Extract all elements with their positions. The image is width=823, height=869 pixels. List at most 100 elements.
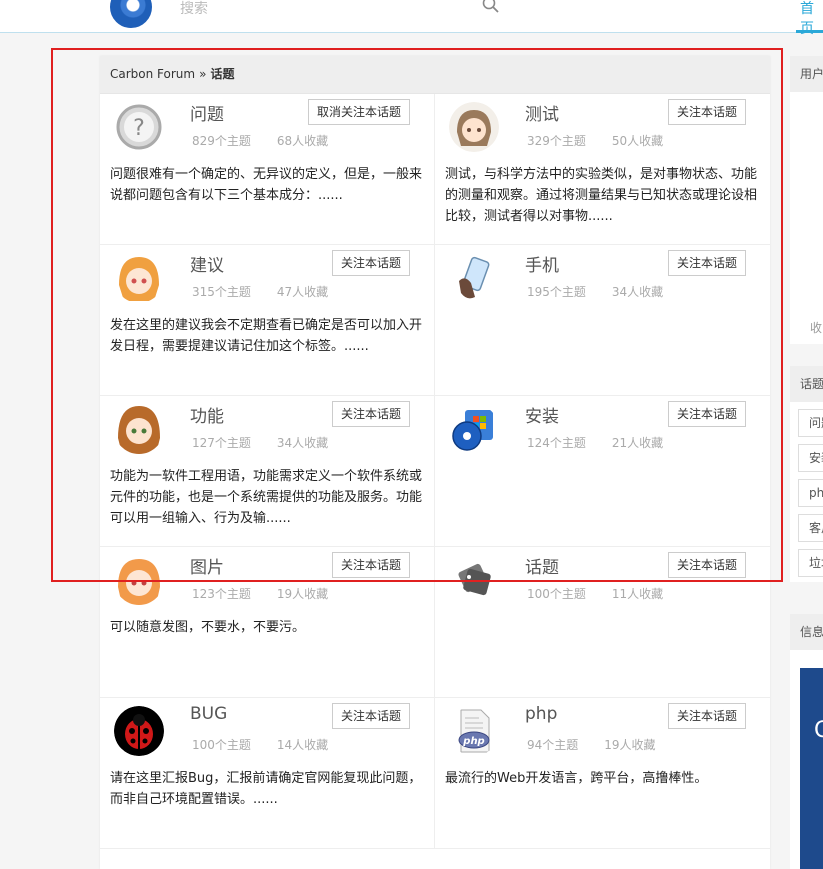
sidebar-tag[interactable]: 客户端 [798,514,823,542]
topic-count: 315个主题 [192,285,251,299]
follow-topic-button[interactable]: 关注本话题 [667,401,746,427]
topic-count: 123个主题 [192,587,251,601]
topic-title[interactable]: 功能 [190,402,224,427]
topic-card: 测试 329个主题 50人收藏 关注本话题 测试，与科学方法中的实验类似，是对事物… [435,94,770,245]
search-input[interactable]: 搜索 [180,0,208,18]
tags-icon[interactable] [449,555,499,605]
sidebar-topics-box: 话题 问题 安装 php 客户端 垃圾 [790,366,823,582]
follow-topic-button[interactable]: 关注本话题 [667,552,746,578]
topic-card: ? 问题 829个主题 68人收藏 取消关注本话题 问题很难有一个确定的、无异议的… [100,94,435,245]
topic-title[interactable]: 建议 [190,251,224,276]
breadcrumb: Carbon Forum » 话题 [100,56,770,94]
topic-title[interactable]: 测试 [525,100,559,125]
svg-text:?: ? [133,116,145,141]
follow-topic-button[interactable]: 关注本话题 [331,250,410,276]
breadcrumb-site-link[interactable]: Carbon Forum [110,67,195,81]
topic-card: 图片 123个主题 19人收藏 关注本话题 可以随意发图，不要水，不要污。 [100,547,435,698]
svg-text:php: php [462,736,484,747]
topic-title[interactable]: php [525,704,557,724]
follow-topic-button[interactable]: 关注本话题 [331,552,410,578]
topic-stats: 124个主题 21人收藏 [527,434,663,451]
topic-stats: 829个主题 68人收藏 [192,132,328,149]
sidebar-info-title: 信息 [790,614,823,650]
topic-stats: 195个主题 34人收藏 [527,283,663,300]
follow-topic-button[interactable]: 关注本话题 [667,99,746,125]
anime-girl-avatar[interactable] [449,102,499,152]
topic-stats: 329个主题 50人收藏 [527,132,663,149]
sidebar-tag[interactable]: 垃圾 [798,549,823,577]
question-mark-icon[interactable]: ? [114,102,164,152]
topics-grid: ? 问题 829个主题 68人收藏 取消关注本话题 问题很难有一个确定的、无异议的… [100,94,770,849]
favorite-count: 19人收藏 [276,587,329,601]
top-navbar: 搜索 首页 [0,0,823,37]
topic-stats: 315个主题 47人收藏 [192,283,328,300]
sidebar-topics-title: 话题 [790,366,823,402]
search-icon[interactable] [482,0,500,14]
sidebar-tag[interactable]: php [798,479,823,507]
topic-count: 329个主题 [527,134,586,148]
topic-description: 可以随意发图，不要水，不要污。 [110,620,306,635]
install-disc-icon[interactable] [449,404,499,454]
topic-count: 127个主题 [192,436,251,450]
topic-card: 话题 100个主题 11人收藏 关注本话题 [435,547,770,698]
topic-title[interactable]: 问题 [190,100,224,125]
topic-title[interactable]: 手机 [525,251,559,276]
topic-title[interactable]: 图片 [190,553,224,578]
topic-description: 功能为一软件工程用语，功能需求定义一个软件系统或元件的功能，也是一个系统需提供的… [110,469,423,526]
topic-description: 测试，与科学方法中的实验类似，是对事物状态、功能的测量和观察。通过将测量结果与已… [445,167,758,224]
sidebar-user-footer[interactable]: 收 [810,319,822,336]
sidebar-user-title: 用户 [790,56,823,92]
php-file-icon[interactable]: php [449,706,499,756]
topic-description: 问题很难有一个确定的、无异议的定义，但是，一般来说都问题包含有以下三个基本成分：… [110,167,423,203]
topic-count: 829个主题 [192,134,251,148]
favorite-count: 47人收藏 [276,285,329,299]
favorite-count: 21人收藏 [611,436,664,450]
anime-girl-avatar[interactable] [114,555,164,605]
topic-card: 建议 315个主题 47人收藏 关注本话题 发在这里的建议我会不定期查看已确定是否… [100,245,435,396]
follow-topic-button[interactable]: 关注本话题 [667,703,746,729]
favorite-count: 34人收藏 [611,285,664,299]
follow-topic-button[interactable]: 关注本话题 [331,703,410,729]
topic-stats: 127个主题 34人收藏 [192,434,328,451]
follow-topic-button[interactable]: 关注本话题 [331,401,410,427]
topic-card: 安装 124个主题 21人收藏 关注本话题 [435,396,770,547]
phone-icon[interactable] [449,253,499,303]
topic-stats: 123个主题 19人收藏 [192,585,328,602]
topic-card: 功能 127个主题 34人收藏 关注本话题 功能为一软件工程用语，功能需求定义一个… [100,396,435,547]
ladybug-icon[interactable] [114,706,164,756]
sidebar-ad-letter: C [814,718,823,743]
topic-title[interactable]: 话题 [525,553,559,578]
sidebar-ad-banner[interactable] [800,668,823,869]
favorite-count: 11人收藏 [611,587,664,601]
topic-count: 100个主题 [192,738,251,752]
breadcrumb-separator: » [199,67,207,81]
topic-count: 195个主题 [527,285,586,299]
favorite-count: 68人收藏 [276,134,329,148]
nav-active-indicator [796,30,823,33]
topic-count: 124个主题 [527,436,586,450]
topics-panel: Carbon Forum» 话题 ? 问题 829个主题 68人收藏 取消关注本话题… [100,56,770,869]
topic-card: BUG 100个主题 14人收藏 关注本话题 请在这里汇报Bug，汇报前请确定官网… [100,698,435,849]
sidebar-tag[interactable]: 问题 [798,409,823,437]
sidebar-user-box: 用户 收 [790,56,823,344]
anime-girl-avatar[interactable] [114,253,164,303]
topic-card: 手机 195个主题 34人收藏 关注本话题 [435,245,770,396]
unfollow-topic-button[interactable]: 取消关注本话题 [307,99,410,125]
topic-description: 发在这里的建议我会不定期查看已确定是否可以加入开发日程，需要提建议请记住加这个标… [110,318,423,354]
topic-title[interactable]: BUG [190,704,227,724]
sidebar-tag[interactable]: 安装 [798,444,823,472]
topic-title[interactable]: 安装 [525,402,559,427]
topic-count: 94个主题 [527,738,579,752]
topic-stats: 100个主题 14人收藏 [192,736,328,753]
topic-stats: 100个主题 11人收藏 [527,585,663,602]
topic-description: 请在这里汇报Bug，汇报前请确定官网能复现此问题，而非自己环境配置错误。....… [110,771,422,807]
favorite-count: 19人收藏 [604,738,656,752]
favorite-count: 14人收藏 [276,738,329,752]
site-logo[interactable] [110,0,152,28]
anime-girl-avatar[interactable] [114,404,164,454]
follow-topic-button[interactable]: 关注本话题 [667,250,746,276]
favorite-count: 50人收藏 [611,134,664,148]
breadcrumb-current: 话题 [210,67,235,81]
topic-card: php php 94个主题 19人收藏 关注本话题 最流行的Web开发语言，跨平台… [435,698,770,849]
favorite-count: 34人收藏 [276,436,329,450]
